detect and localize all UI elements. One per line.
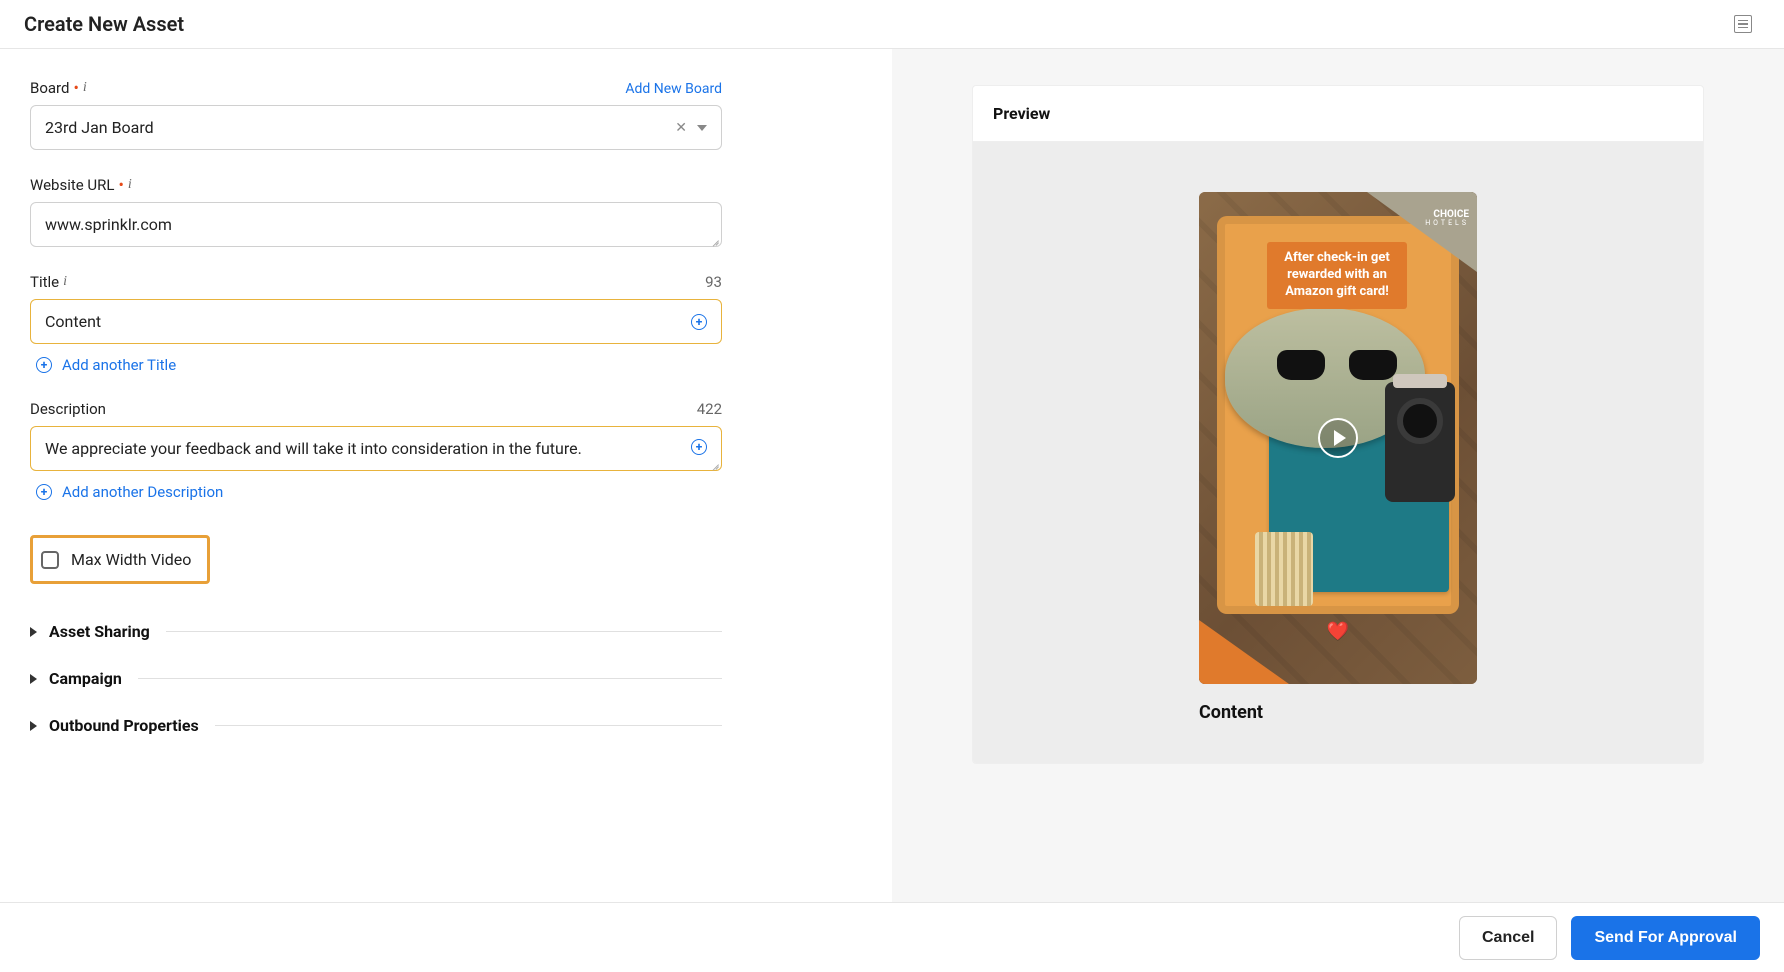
title-field-label: Title i [30,273,67,291]
info-icon[interactable]: i [63,274,67,290]
checkbox-icon[interactable] [41,551,59,569]
accordion-outbound-properties[interactable]: Outbound Properties [30,702,722,749]
plus-circle-icon[interactable]: + [691,314,707,330]
add-another-title-button[interactable]: + Add another Title [30,356,722,374]
promo-text: After check-in get rewarded with an Amaz… [1267,242,1407,309]
info-icon[interactable]: i [83,80,87,96]
plus-circle-icon: + [36,357,52,373]
description-counter: 422 [697,400,722,418]
chevron-down-icon[interactable] [697,125,707,131]
heart-icon: ❤️ [1327,621,1349,642]
url-label: Website URL • i [30,176,132,194]
required-dot-icon: • [73,83,78,93]
plus-circle-icon[interactable]: + [691,439,707,455]
clear-icon[interactable]: ✕ [675,121,687,135]
footer-bar: Cancel Send For Approval [0,902,1784,972]
chevron-right-icon [30,674,37,684]
plus-circle-icon: + [36,484,52,500]
preview-panel: Preview CHOICE HOTELS After check-in get [892,49,1784,906]
max-width-video-checkbox-row[interactable]: Max Width Video [30,535,210,584]
chevron-right-icon [30,721,37,731]
preview-header: Preview [973,86,1703,142]
chevron-right-icon [30,627,37,637]
required-dot-icon: • [118,180,123,190]
add-new-board-link[interactable]: Add New Board [625,81,722,97]
preview-image[interactable]: CHOICE HOTELS After check-in get rewarde… [1199,192,1477,684]
max-width-video-label: Max Width Video [71,550,191,569]
cancel-button[interactable]: Cancel [1459,916,1557,960]
list-icon[interactable] [1734,15,1752,33]
resize-handle-icon[interactable] [709,234,719,244]
accordion-campaign[interactable]: Campaign [30,655,722,702]
info-icon[interactable]: i [128,177,132,193]
board-select[interactable]: 23rd Jan Board ✕ [30,105,722,150]
play-icon[interactable] [1318,418,1358,458]
send-for-approval-button[interactable]: Send For Approval [1571,916,1760,960]
description-input[interactable]: We appreciate your feedback and will tak… [30,426,722,471]
add-another-description-button[interactable]: + Add another Description [30,483,722,501]
title-input[interactable]: Content + [30,299,722,344]
resize-handle-icon[interactable] [709,458,719,468]
board-select-value: 23rd Jan Board [45,118,154,137]
page-title: Create New Asset [24,12,184,36]
accordion-asset-sharing[interactable]: Asset Sharing [30,608,722,655]
form-panel: Board • i Add New Board 23rd Jan Board ✕… [0,49,892,906]
description-label: Description [30,400,106,418]
preview-card: Preview CHOICE HOTELS After check-in get [972,85,1704,764]
board-label: Board • i [30,79,87,97]
brand-badge: CHOICE HOTELS [1425,210,1469,227]
url-input[interactable]: www.sprinklr.com [30,202,722,247]
preview-caption: Content [1199,702,1263,723]
page-header: Create New Asset [0,0,1784,49]
title-counter: 93 [705,273,722,291]
